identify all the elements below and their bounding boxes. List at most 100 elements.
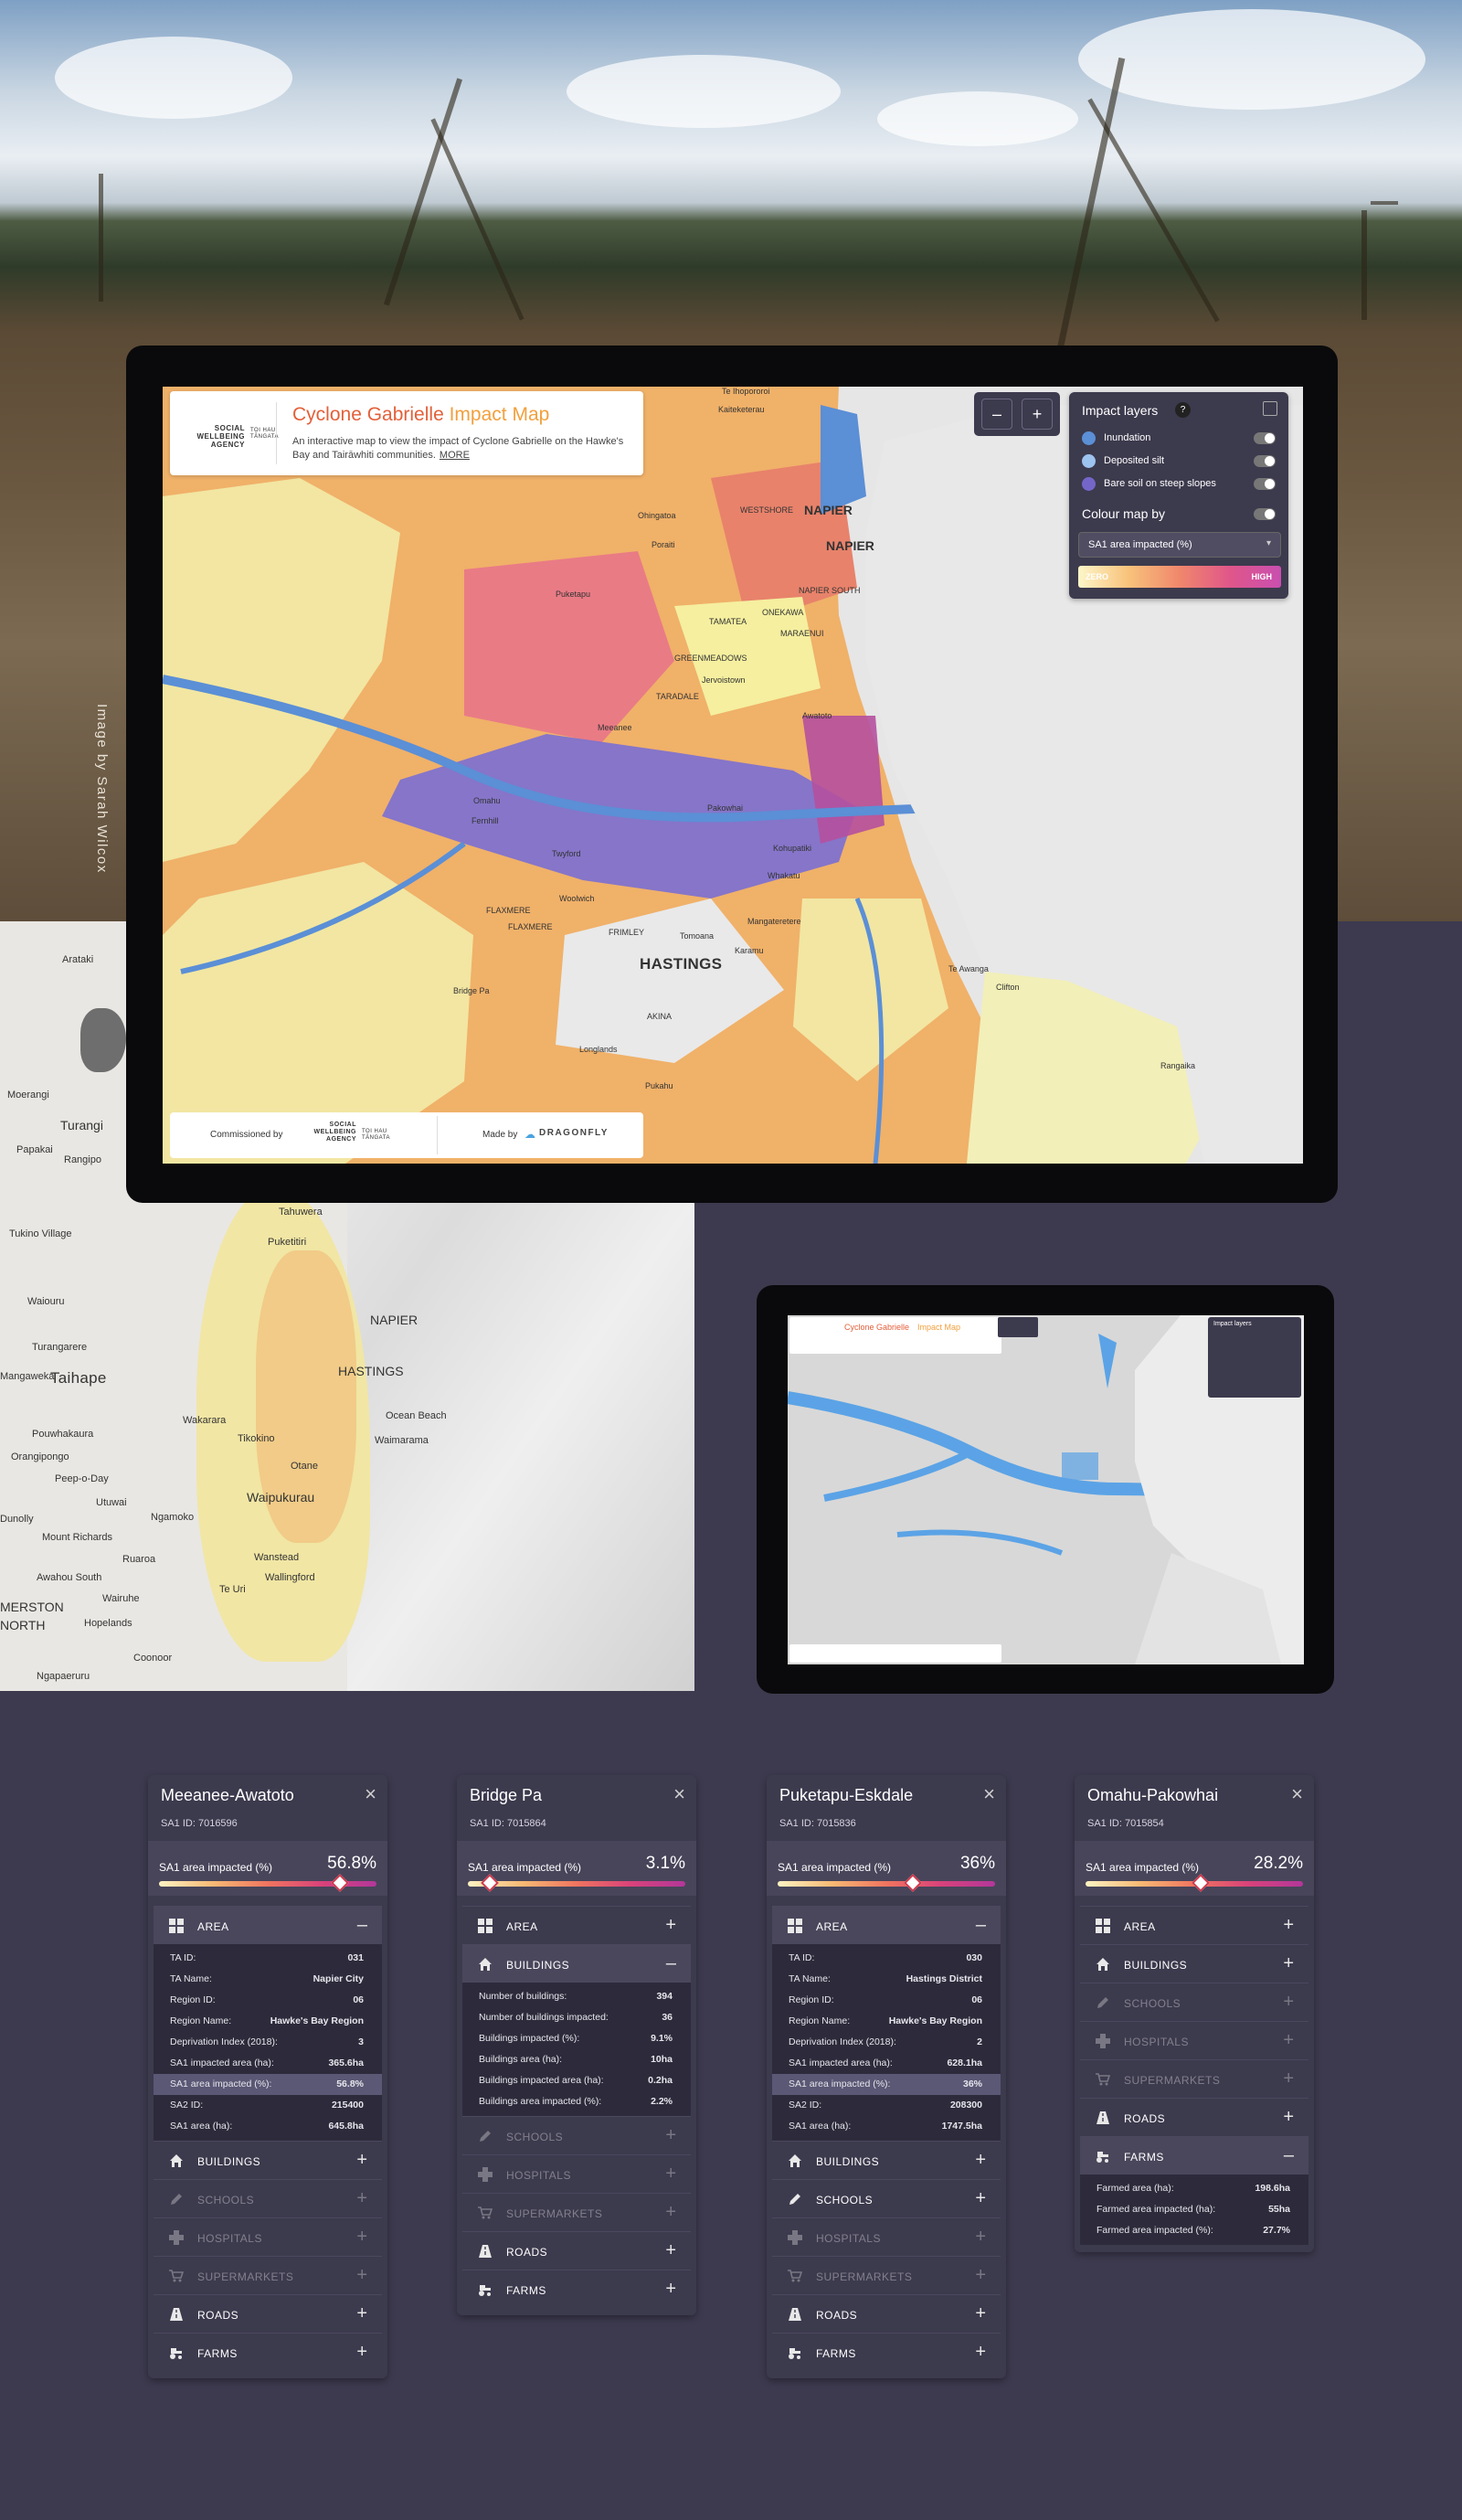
expand-icon[interactable]: + — [356, 2303, 367, 2324]
impact-marker — [903, 1874, 922, 1892]
expand-icon[interactable]: + — [665, 1915, 676, 1936]
zoom-in-button[interactable]: + — [1022, 399, 1053, 430]
close-icon[interactable]: × — [983, 1782, 995, 1806]
card-title: Puketapu-Eskdale — [779, 1786, 914, 1804]
section-farms[interactable]: FARMS + — [772, 2333, 1001, 2371]
expand-icon[interactable]: + — [665, 2125, 676, 2146]
section-farms[interactable]: FARMS – — [1080, 2136, 1308, 2174]
expand-icon[interactable]: + — [975, 2227, 986, 2248]
close-icon[interactable]: × — [673, 1782, 685, 1806]
sa1-id: SA1 ID: 7015854 — [1087, 1818, 1164, 1829]
map-label: MARAENUI — [780, 629, 824, 638]
expand-icon[interactable]: + — [975, 2150, 986, 2171]
section-buildings[interactable]: BUILDINGS + — [154, 2141, 382, 2179]
layer-toggle[interactable] — [1254, 478, 1276, 490]
close-icon[interactable]: × — [365, 1782, 376, 1806]
layer-swatch — [1082, 431, 1096, 445]
map-label: AKINA — [647, 1012, 673, 1021]
section-schools[interactable]: SCHOOLS + — [772, 2179, 1001, 2217]
layer-bare-soil[interactable]: Bare soil on steep slopes — [1082, 474, 1276, 494]
collapse-icon[interactable] — [1263, 401, 1277, 416]
expand-icon[interactable]: + — [665, 2164, 676, 2185]
section-farms[interactable]: FARMS + — [462, 2270, 691, 2308]
expand-icon[interactable]: + — [665, 2279, 676, 2300]
expand-icon[interactable]: + — [356, 2150, 367, 2171]
expand-icon[interactable]: + — [975, 2303, 986, 2324]
collapse-icon[interactable]: – — [357, 1915, 367, 1936]
help-icon[interactable]: ? — [1175, 402, 1191, 418]
colour-map-select[interactable]: SA1 area impacted (%) ▾ — [1078, 532, 1281, 558]
section-area[interactable]: AREA – — [154, 1906, 382, 1944]
section-supermarkets[interactable]: SUPERMARKETS + — [772, 2256, 1001, 2294]
section-buildings[interactable]: BUILDINGS + — [1080, 1944, 1308, 1983]
section-farms[interactable]: FARMS + — [154, 2333, 382, 2371]
map-label: NORTH — [0, 1618, 46, 1632]
section-schools[interactable]: SCHOOLS + — [154, 2179, 382, 2217]
section-hospitals[interactable]: HOSPITALS + — [462, 2154, 691, 2193]
collapse-icon[interactable]: – — [666, 1953, 676, 1974]
detail-row: Region ID: 06 — [170, 1994, 364, 2005]
expand-icon[interactable]: + — [356, 2188, 367, 2209]
layer-toggle[interactable] — [1254, 455, 1276, 467]
section-roads[interactable]: ROADS + — [462, 2231, 691, 2270]
section-schools[interactable]: SCHOOLS + — [462, 2116, 691, 2154]
tablet-layers-panel: Impact layers — [1208, 1317, 1301, 1398]
collapse-icon[interactable]: – — [1284, 2145, 1294, 2166]
section-supermarkets[interactable]: SUPERMARKETS + — [462, 2193, 691, 2231]
expand-icon[interactable]: + — [975, 2188, 986, 2209]
section-supermarkets[interactable]: SUPERMARKETS + — [1080, 2059, 1308, 2098]
cart-icon — [169, 2269, 185, 2283]
expand-icon[interactable]: + — [975, 2265, 986, 2286]
section-area[interactable]: AREA – — [772, 1906, 1001, 1944]
expand-icon[interactable]: + — [1283, 2107, 1294, 2128]
section-roads[interactable]: ROADS + — [154, 2294, 382, 2333]
map-label: Coonoor — [133, 1653, 173, 1664]
section-area[interactable]: AREA + — [462, 1906, 691, 1944]
expand-icon[interactable]: + — [665, 2202, 676, 2223]
section-supermarkets[interactable]: SUPERMARKETS + — [154, 2256, 382, 2294]
section-hospitals[interactable]: HOSPITALS + — [1080, 2021, 1308, 2059]
map-label: Poraiti — [652, 540, 675, 549]
expand-icon[interactable]: + — [1283, 2068, 1294, 2089]
expand-icon[interactable]: + — [665, 2240, 676, 2261]
map-label: TARADALE — [656, 692, 699, 701]
expand-icon[interactable]: + — [1283, 1953, 1294, 1974]
map-label: Mangaweka — [0, 1371, 55, 1382]
more-link[interactable]: MORE — [440, 450, 470, 461]
impact-gradient-bar — [468, 1881, 685, 1887]
colour-map-toggle[interactable] — [1254, 508, 1276, 520]
section-label: FARMS — [816, 2347, 856, 2360]
house-icon — [788, 2153, 802, 2168]
section-buildings[interactable]: BUILDINGS – — [462, 1944, 691, 1983]
cart-icon — [1096, 2072, 1111, 2087]
expand-icon[interactable]: + — [975, 2342, 986, 2363]
metric-value: 36% — [959, 1854, 995, 1873]
section-area[interactable]: AREA + — [1080, 1906, 1308, 1944]
close-icon[interactable]: × — [1291, 1782, 1303, 1806]
map-label: Ruaroa — [122, 1554, 156, 1565]
pencil-icon — [169, 2192, 184, 2206]
section-label: BUILDINGS — [197, 2155, 261, 2168]
pencil-icon — [1096, 1995, 1110, 2010]
collapse-icon[interactable]: – — [976, 1915, 986, 1936]
expand-icon[interactable]: + — [1283, 1992, 1294, 2013]
section-schools[interactable]: SCHOOLS + — [1080, 1983, 1308, 2021]
layer-deposited-silt[interactable]: Deposited silt — [1082, 452, 1276, 472]
map-label: Ngapaeruru — [37, 1671, 90, 1682]
zoom-out-button[interactable]: – — [981, 399, 1012, 430]
expand-icon[interactable]: + — [1283, 1915, 1294, 1936]
expand-icon[interactable]: + — [356, 2227, 367, 2248]
section-hospitals[interactable]: HOSPITALS + — [154, 2217, 382, 2256]
area-detail-card: Puketapu-Eskdale SA1 ID: 7015836 × SA1 are… — [767, 1775, 1006, 2378]
section-hospitals[interactable]: HOSPITALS + — [772, 2217, 1001, 2256]
expand-icon[interactable]: + — [356, 2342, 367, 2363]
expand-icon[interactable]: + — [1283, 2030, 1294, 2051]
map-label: Waipukurau — [247, 1490, 315, 1505]
section-label: SUPERMARKETS — [1124, 2074, 1221, 2087]
expand-icon[interactable]: + — [356, 2265, 367, 2286]
section-roads[interactable]: ROADS + — [772, 2294, 1001, 2333]
section-buildings[interactable]: BUILDINGS + — [772, 2141, 1001, 2179]
layer-inundation[interactable]: Inundation — [1082, 429, 1276, 449]
layer-toggle[interactable] — [1254, 432, 1276, 444]
section-roads[interactable]: ROADS + — [1080, 2098, 1308, 2136]
